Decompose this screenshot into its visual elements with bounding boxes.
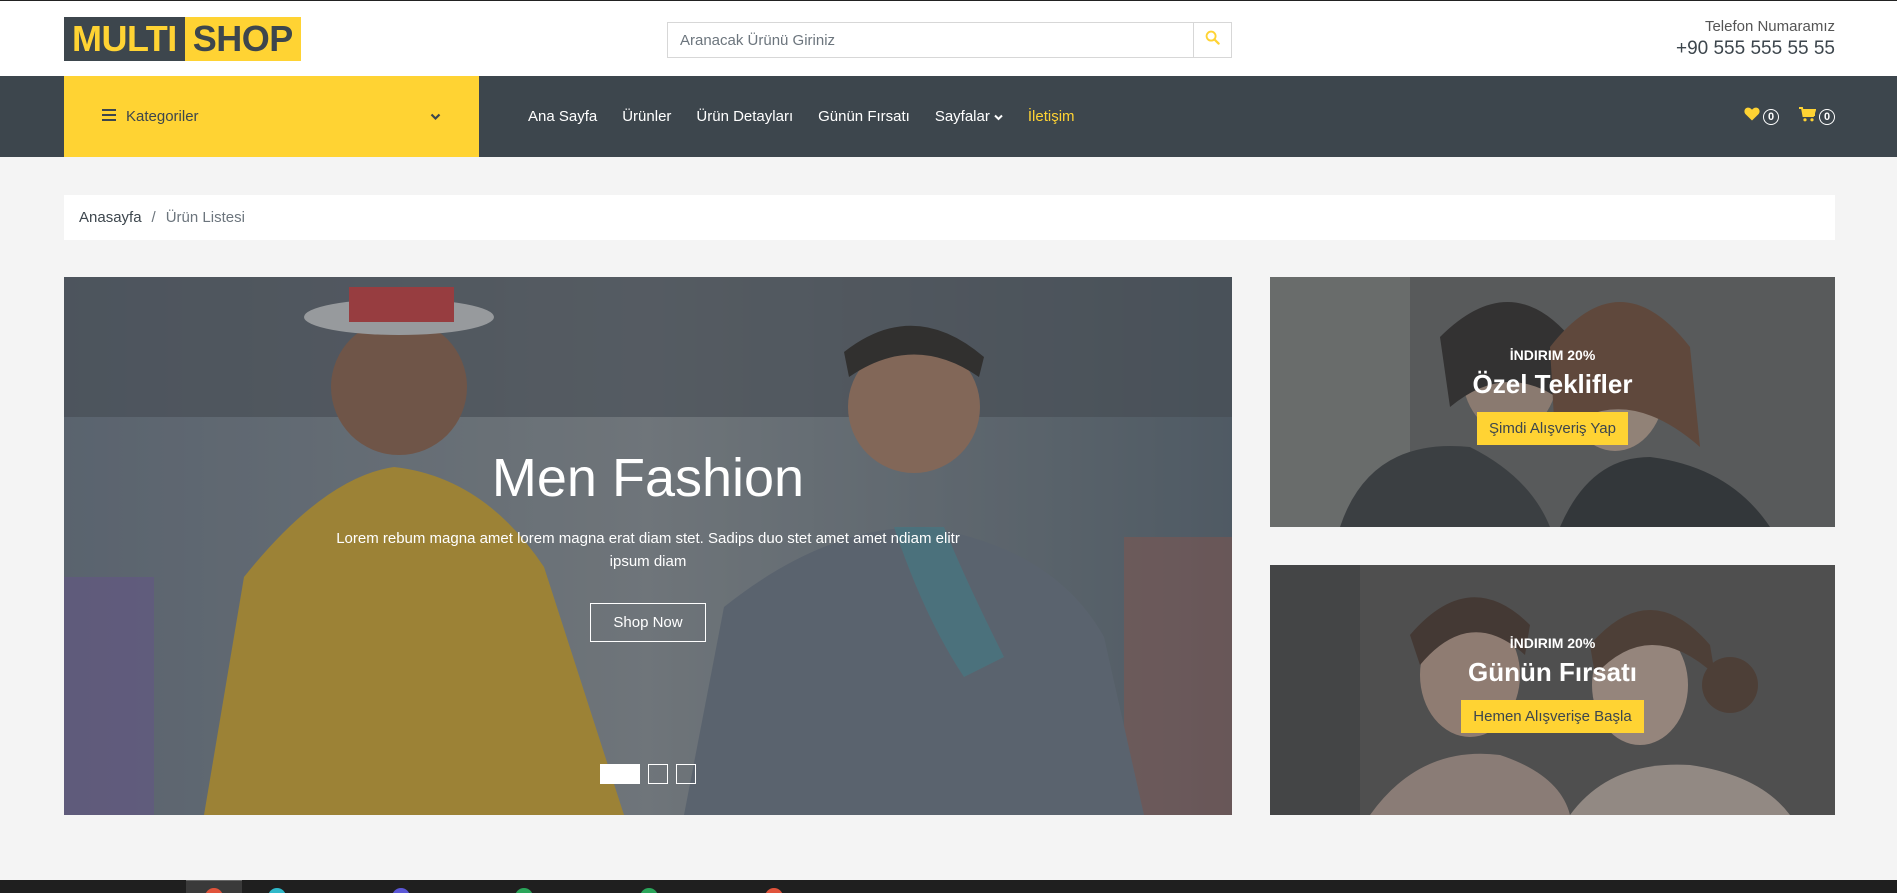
cart-button[interactable]: 0 xyxy=(1799,106,1835,127)
main-navbar: Kategoriler Ana Sayfa Ürünler Ürün Detay… xyxy=(0,76,1897,157)
breadcrumb-home[interactable]: Anasayfa xyxy=(79,209,142,226)
promo-discount-tag: İNDIRIM 20% xyxy=(1509,347,1596,363)
nav-link-contact[interactable]: İletişim xyxy=(1028,108,1075,125)
breadcrumb-separator: / xyxy=(151,209,156,226)
search-bar xyxy=(667,22,1232,58)
taskbar-app-icon[interactable] xyxy=(640,888,658,893)
nav-link-products[interactable]: Ürünler xyxy=(622,108,671,125)
search-icon xyxy=(1205,30,1220,50)
heart-icon xyxy=(1744,107,1760,126)
breadcrumb-current: Ürün Listesi xyxy=(165,209,245,226)
phone-number: +90 555 555 55 55 xyxy=(1675,38,1835,59)
hero-caption: Men Fashion Lorem rebum magna amet lorem… xyxy=(64,447,1232,642)
promo-banner-deal-of-day[interactable]: İNDIRIM 20% Günün Fırsatı Hemen Alışveri… xyxy=(1270,565,1835,815)
hero-carousel[interactable]: Men Fashion Lorem rebum magna amet lorem… xyxy=(64,277,1232,815)
promo-title: Günün Fırsatı xyxy=(1468,657,1637,687)
taskbar-app-icon[interactable] xyxy=(765,888,783,893)
categories-label: Kategoriler xyxy=(126,108,199,125)
chevron-down-icon xyxy=(430,108,441,126)
os-taskbar xyxy=(0,880,1897,893)
contact-phone: Telefon Numaramız +90 555 555 55 55 xyxy=(1676,18,1835,60)
taskbar-app-icon[interactable] xyxy=(515,888,533,893)
wishlist-button[interactable]: 0 xyxy=(1744,107,1779,126)
shop-now-promo-button[interactable]: Şimdi Alışveriş Yap xyxy=(1477,412,1628,445)
search-button[interactable] xyxy=(1193,23,1231,57)
start-shopping-button[interactable]: Hemen Alışverişe Başla xyxy=(1461,700,1644,733)
search-input[interactable] xyxy=(668,23,1193,57)
cart-count-badge: 0 xyxy=(1819,108,1835,125)
hero-description: Lorem rebum magna amet lorem magna erat … xyxy=(336,530,960,570)
nav-link-pages-label: Sayfalar xyxy=(934,108,990,125)
nav-links: Ana Sayfa Ürünler Ürün Detayları Günün F… xyxy=(528,76,1075,157)
menu-icon xyxy=(102,108,116,126)
carousel-indicator-1[interactable] xyxy=(600,764,640,784)
site-logo[interactable]: MULTI SHOP xyxy=(64,17,301,61)
promo-caption: İNDIRIM 20% Günün Fırsatı Hemen Alışveri… xyxy=(1270,635,1835,733)
carousel-indicator-3[interactable] xyxy=(676,764,696,784)
promo-discount-tag: İNDIRIM 20% xyxy=(1509,635,1596,651)
taskbar-app-icon[interactable] xyxy=(268,888,286,893)
nav-link-home[interactable]: Ana Sayfa xyxy=(528,108,597,125)
wishlist-count-badge: 0 xyxy=(1763,108,1779,125)
nav-link-pages[interactable]: Sayfalar xyxy=(935,108,1003,125)
phone-label: Telefon Numaramız xyxy=(1704,18,1835,35)
logo-part-shop: SHOP xyxy=(184,17,301,61)
categories-dropdown[interactable]: Kategoriler xyxy=(64,76,479,157)
carousel-indicators xyxy=(600,764,696,784)
breadcrumb: Anasayfa / Ürün Listesi xyxy=(64,195,1835,240)
cart-icon xyxy=(1799,106,1817,127)
logo-part-multi: MULTI xyxy=(64,17,185,61)
nav-icons: 0 0 xyxy=(1744,76,1835,157)
shop-now-button[interactable]: Shop Now xyxy=(590,603,706,642)
chevron-down-icon xyxy=(994,108,1003,125)
carousel-indicator-2[interactable] xyxy=(648,764,668,784)
hero-title: Men Fashion xyxy=(491,448,805,508)
promo-title: Özel Teklifler xyxy=(1472,369,1633,399)
promo-caption: İNDIRIM 20% Özel Teklifler Şimdi Alışver… xyxy=(1270,347,1835,445)
taskbar-app-icon[interactable] xyxy=(392,888,410,893)
top-header: MULTI SHOP Telefon Numaramız +90 555 555… xyxy=(0,0,1897,76)
nav-link-product-details[interactable]: Ürün Detayları xyxy=(696,108,793,125)
nav-link-deal-of-day[interactable]: Günün Fırsatı xyxy=(818,108,910,125)
promo-banner-special-offers[interactable]: İNDIRIM 20% Özel Teklifler Şimdi Alışver… xyxy=(1270,277,1835,527)
